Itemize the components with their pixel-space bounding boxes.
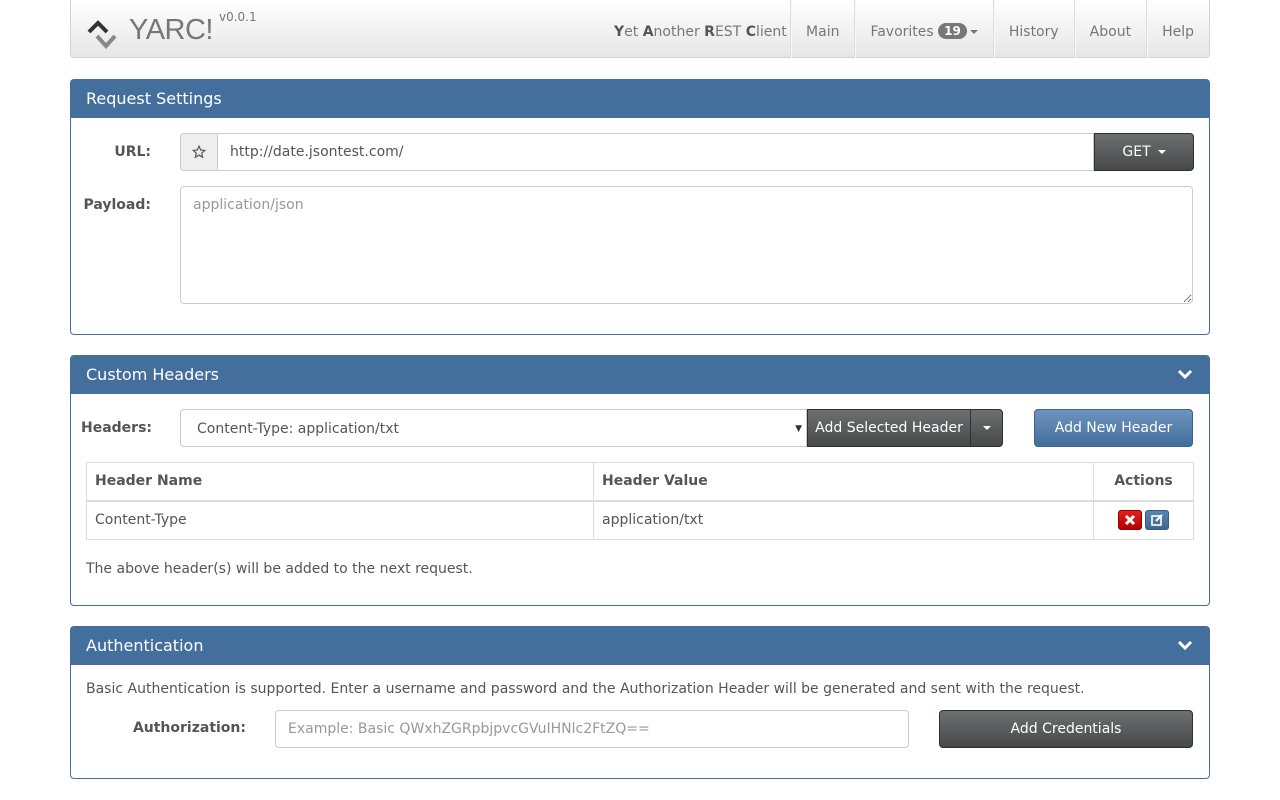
nav-history-label: History — [1008, 24, 1059, 40]
nav-main[interactable]: Main — [790, 0, 854, 58]
tagline-r: R — [704, 24, 715, 40]
authentication-panel: Authentication Basic Authentication is s… — [70, 626, 1210, 779]
custom-headers-panel: Custom Headers Headers: Content-Type: ap… — [70, 355, 1210, 606]
select-arrow-icon: ▼ — [795, 424, 802, 434]
tagline-part: EST — [714, 24, 746, 40]
authentication-description: Basic Authentication is supported. Enter… — [86, 681, 1085, 697]
add-new-header-label: Add New Header — [1054, 420, 1173, 436]
tagline-a: A — [642, 24, 654, 40]
tagline-part: et — [624, 24, 643, 40]
caret-down-icon — [1157, 150, 1166, 154]
tagline: Yet Another REST Client — [614, 0, 787, 58]
chevron-down-icon[interactable] — [1177, 639, 1193, 651]
headers-label: Headers: — [81, 420, 153, 436]
request-settings-panel: Request Settings URL: GET Payload: — [70, 79, 1210, 335]
table-row: Content-Type application/txt — [86, 500, 1194, 540]
table-header-row: Header Name Header Value Actions — [86, 462, 1194, 502]
add-credentials-button[interactable]: Add Credentials — [939, 710, 1193, 748]
authorization-input[interactable] — [275, 710, 909, 748]
custom-headers-heading[interactable]: Custom Headers — [71, 356, 1209, 394]
nav-favorites-label: Favorites — [870, 24, 934, 40]
yarc-logo-icon — [87, 14, 125, 52]
favorite-star-button[interactable] — [180, 133, 218, 171]
header-value-cell: application/txt — [593, 500, 1094, 540]
column-actions: Actions — [1093, 462, 1194, 502]
actions-cell — [1093, 500, 1194, 540]
edit-icon — [1151, 514, 1163, 527]
nav-about[interactable]: About — [1073, 0, 1146, 58]
add-selected-header-button[interactable]: Add Selected Header — [807, 409, 971, 447]
column-header-name: Header Name — [86, 462, 594, 502]
chevron-down-icon[interactable] — [1177, 368, 1193, 380]
column-header-value: Header Value — [593, 462, 1094, 502]
add-selected-header-label: Add Selected Header — [815, 420, 963, 436]
payload-label: Payload: — [83, 197, 151, 213]
headers-note: The above header(s) will be added to the… — [86, 561, 473, 577]
nav-help[interactable]: Help — [1146, 0, 1209, 58]
brand-version: v0.0.1 — [218, 10, 257, 24]
caret-down-icon — [969, 30, 978, 34]
header-select[interactable]: Content-Type: application/txt ▼ — [180, 409, 807, 447]
nav-about-label: About — [1089, 24, 1132, 40]
authentication-title: Authentication — [86, 636, 204, 655]
authentication-heading[interactable]: Authentication — [71, 627, 1209, 665]
method-dropdown-button[interactable]: GET — [1094, 133, 1194, 171]
header-name-cell: Content-Type — [86, 500, 594, 540]
tagline-y: Y — [614, 24, 625, 40]
nav-menu: Main Favorites 19 History About Help — [790, 0, 1209, 58]
authorization-label: Authorization: — [132, 720, 246, 736]
brand[interactable]: YARC! v0.0.1 — [87, 10, 257, 52]
add-new-header-button[interactable]: Add New Header — [1034, 409, 1193, 447]
headers-table: Header Name Header Value Actions Content… — [86, 462, 1194, 540]
url-input-group: GET — [180, 133, 1194, 171]
delete-header-button[interactable] — [1118, 510, 1142, 531]
method-label: GET — [1122, 144, 1151, 160]
favorites-count-badge: 19 — [938, 23, 967, 39]
add-selected-header-dropdown[interactable] — [970, 409, 1003, 447]
url-input[interactable] — [218, 133, 1094, 171]
nav-main-label: Main — [806, 24, 840, 40]
custom-headers-title: Custom Headers — [86, 365, 219, 384]
url-label: URL: — [114, 144, 151, 160]
caret-down-icon — [982, 426, 991, 430]
nav-history[interactable]: History — [992, 0, 1074, 58]
navbar: YARC! v0.0.1 Yet Another REST Client Mai… — [70, 0, 1210, 58]
request-settings-heading: Request Settings — [71, 80, 1209, 118]
tagline-part: nother — [653, 24, 705, 40]
header-select-value: Content-Type: application/txt — [197, 421, 399, 437]
add-credentials-label: Add Credentials — [1010, 721, 1122, 737]
nav-help-label: Help — [1162, 24, 1194, 40]
tagline-c: C — [745, 24, 756, 40]
nav-favorites[interactable]: Favorites 19 — [854, 0, 992, 58]
brand-name: YARC! — [129, 14, 213, 46]
request-settings-title: Request Settings — [86, 89, 222, 108]
close-icon — [1124, 515, 1136, 526]
edit-header-button[interactable] — [1145, 510, 1169, 531]
tagline-part: lient — [755, 24, 787, 40]
star-outline-icon — [192, 145, 206, 159]
payload-textarea[interactable] — [180, 186, 1193, 304]
